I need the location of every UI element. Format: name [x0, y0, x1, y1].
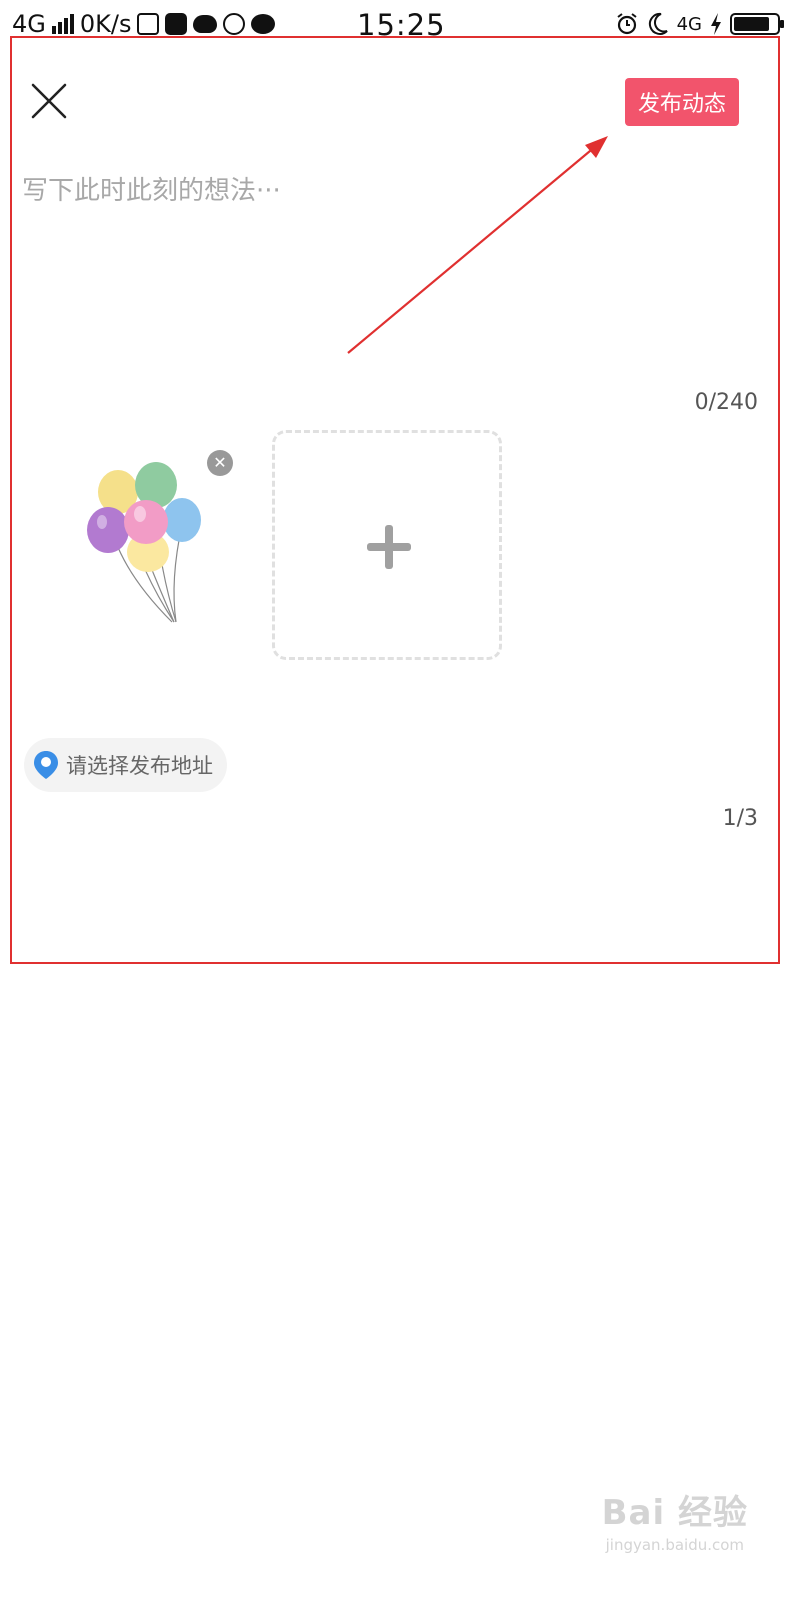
battery-icon [730, 13, 784, 35]
signal-icon [51, 14, 74, 34]
location-label: 请选择发布地址 [66, 754, 213, 778]
char-count: 0/240 [694, 390, 758, 415]
plus-icon-vertical [385, 525, 393, 569]
add-photo-button[interactable] [272, 430, 502, 660]
status-left: 4G 0K/s [12, 10, 276, 38]
speed-label: 0K/s [79, 10, 132, 38]
network-right-label: 4G [676, 13, 702, 35]
battery-level [734, 17, 769, 31]
mail-icon [165, 13, 188, 35]
watermark-url: jingyan.baidu.com [605, 1536, 745, 1554]
post-text-input[interactable] [22, 170, 762, 370]
close-small-icon: ✕ [213, 453, 227, 472]
pinwheel-icon [223, 13, 246, 35]
close-icon [31, 83, 67, 119]
close-button[interactable] [28, 80, 70, 122]
location-pin-icon [34, 751, 58, 779]
publish-button[interactable]: 发布动态 [625, 78, 739, 126]
balloons-photo[interactable] [70, 450, 220, 630]
network-label: 4G [12, 10, 46, 38]
watermark: Bai 经验 jingyan.baidu.com [602, 1485, 748, 1554]
charging-icon [711, 13, 721, 35]
cloud-icon [193, 15, 218, 33]
alarm-icon [616, 13, 637, 35]
status-right: 4G [615, 12, 784, 36]
location-selector[interactable]: 请选择发布地址 [24, 738, 227, 792]
page-count: 1/3 [722, 806, 758, 831]
watermark-logo: Bai 经验 [601, 1493, 748, 1533]
remove-photo-button[interactable]: ✕ [207, 450, 233, 476]
moon-icon [648, 12, 668, 35]
chat-icon [251, 14, 276, 34]
s-app-icon [137, 13, 160, 35]
